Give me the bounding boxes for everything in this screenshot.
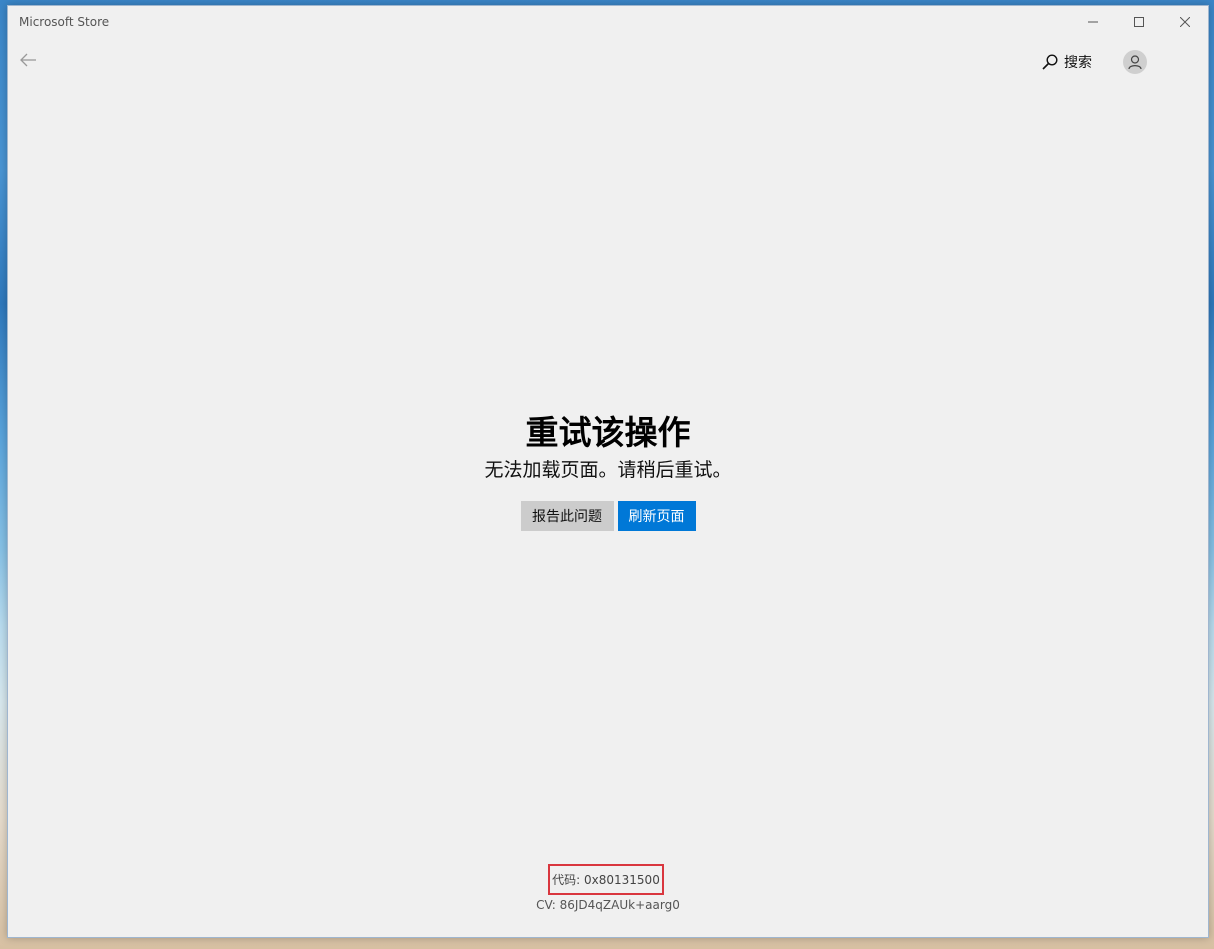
store-window: Microsoft Store 搜索 重试该操作 无法加载页面。请稍后重试。 报…: [7, 5, 1209, 938]
minimize-icon: [1088, 21, 1098, 23]
user-icon: [1128, 55, 1142, 70]
maximize-icon: [1134, 17, 1144, 27]
error-title: 重试该操作: [525, 413, 691, 452]
back-arrow-icon: [20, 53, 36, 67]
correlation-vector: CV: 86JD4qZAUk+aarg0: [536, 898, 680, 912]
app-title: Microsoft Store: [19, 15, 110, 29]
error-panel: 重试该操作 无法加载页面。请稍后重试。 报告此问题 刷新页面: [8, 410, 1208, 531]
maximize-button[interactable]: [1116, 6, 1162, 38]
search-button[interactable]: 搜索: [1042, 48, 1092, 76]
error-actions: 报告此问题 刷新页面: [8, 501, 1208, 531]
account-button[interactable]: [1123, 50, 1147, 74]
close-icon: [1180, 17, 1190, 27]
report-issue-button[interactable]: 报告此问题: [520, 501, 614, 531]
search-label: 搜索: [1064, 55, 1092, 71]
error-message: 无法加载页面。请稍后重试。: [484, 459, 732, 481]
close-button[interactable]: [1162, 6, 1208, 38]
minimize-button[interactable]: [1070, 6, 1116, 38]
nav-bar: 搜索: [8, 38, 1208, 84]
refresh-page-button[interactable]: 刷新页面: [617, 501, 696, 531]
title-bar[interactable]: Microsoft Store: [8, 6, 1208, 38]
back-button[interactable]: [14, 46, 42, 74]
search-icon: [1042, 54, 1058, 70]
error-code: 代码: 0x80131500: [548, 864, 664, 895]
